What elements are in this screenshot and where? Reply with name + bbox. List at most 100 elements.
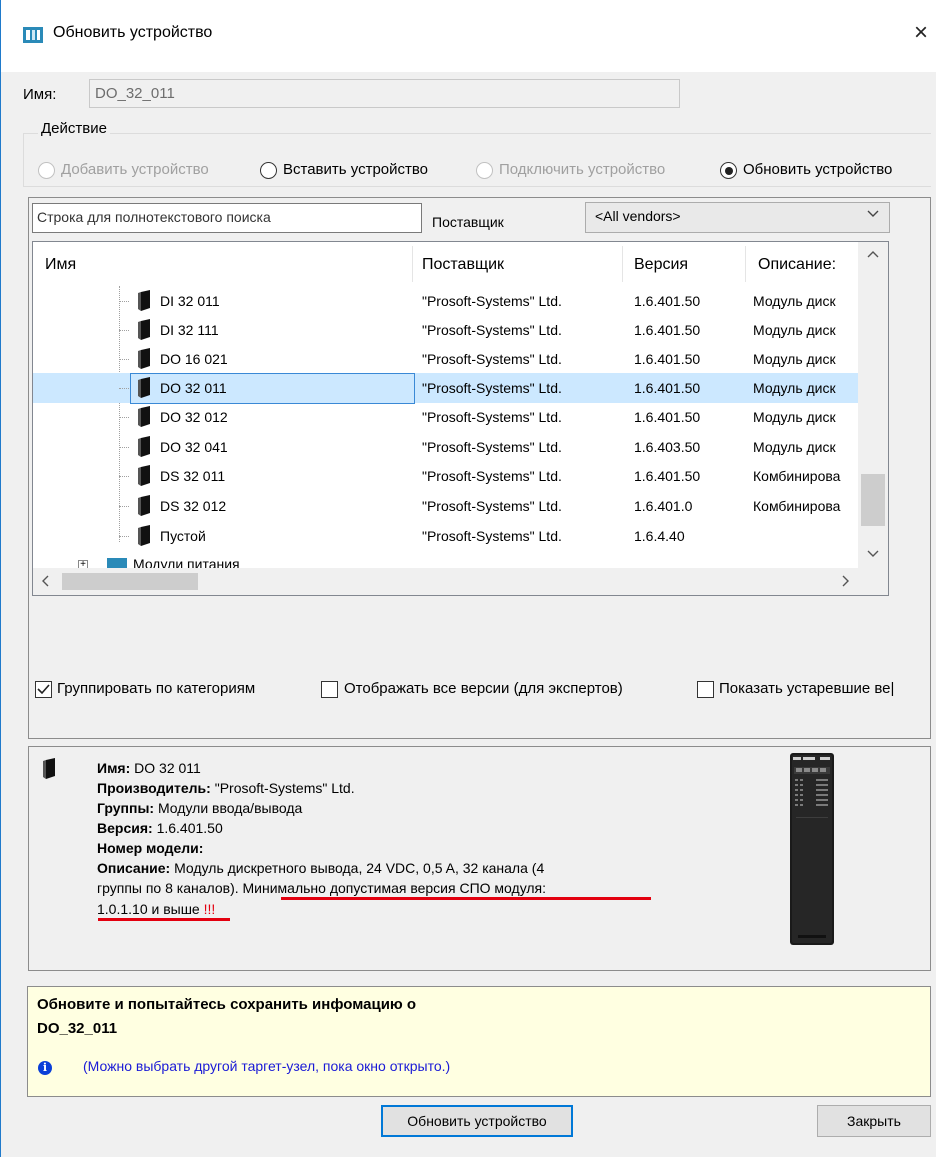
radio-add-device-label[interactable]: Добавить устройство [61, 161, 209, 178]
radio-add-device[interactable] [38, 162, 55, 179]
details-groups-line: Группы: Модули ввода/вывода [97, 800, 302, 816]
horizontal-scroll-thumb[interactable] [62, 573, 198, 590]
details-name-value: DO 32 011 [134, 760, 201, 776]
close-button[interactable]: Закрыть [817, 1105, 931, 1137]
show-obsolete-checkbox[interactable] [697, 681, 714, 698]
column-header-name[interactable]: Имя [45, 242, 76, 286]
table-row[interactable]: DS 32 012 "Prosoft-Systems" Ltd. 1.6.401… [33, 491, 858, 521]
row-version: 1.6.401.50 [634, 322, 701, 338]
fulltext-search-input[interactable]: Строка для полнотекстового поиска [32, 203, 422, 233]
table-row[interactable]: DI 32 011 "Prosoft-Systems" Ltd. 1.6.401… [33, 286, 858, 316]
action-groupbox [23, 133, 931, 187]
device-module-icon [138, 495, 153, 516]
chevron-down-icon[interactable] [866, 206, 880, 223]
vertical-scrollbar[interactable] [858, 242, 888, 568]
tree-group-label[interactable]: Модули питания [133, 556, 240, 568]
show-all-versions-label[interactable]: Отображать все версии (для экспертов) [344, 680, 623, 697]
row-description: Модуль диск [753, 351, 836, 367]
row-vendor: "Prosoft-Systems" Ltd. [422, 351, 562, 367]
red-underline-annotation [98, 918, 230, 921]
details-description-line1: Описание: Модуль дискретного вывода, 24 … [97, 860, 544, 876]
message-hint: (Можно выбрать другой таргет-узел, пока … [83, 1058, 451, 1074]
name-label: Имя: [23, 86, 57, 103]
row-vendor: "Prosoft-Systems" Ltd. [422, 498, 562, 514]
action-group-label: Действие [38, 120, 110, 137]
table-row[interactable]: DO 32 012 "Prosoft-Systems" Ltd. 1.6.401… [33, 402, 858, 432]
device-module-icon [138, 348, 153, 369]
column-header-description[interactable]: Описание: [758, 242, 836, 286]
radio-update-device[interactable] [720, 162, 737, 179]
table-row-selected[interactable]: DO 32 011 "Prosoft-Systems" Ltd. 1.6.401… [33, 373, 858, 404]
device-module-icon [138, 319, 153, 340]
update-device-button[interactable]: Обновить устройство [381, 1105, 573, 1137]
details-description-label: Описание: [97, 860, 171, 876]
tree-connector [119, 447, 129, 448]
close-icon[interactable]: × [906, 18, 936, 48]
scroll-down-icon[interactable] [866, 546, 880, 565]
info-icon: i [38, 1061, 52, 1075]
details-model-line: Номер модели: [97, 840, 203, 856]
annotation-exclamation: !!! [203, 901, 216, 917]
tree-connector [119, 536, 129, 537]
vertical-scroll-thumb[interactable] [861, 474, 885, 526]
details-description-text1: Модуль дискретного вывода, 24 VDC, 0,5 A… [174, 860, 545, 876]
vendor-select[interactable]: <All vendors> [585, 202, 890, 233]
column-header-vendor[interactable]: Поставщик [422, 242, 504, 286]
show-all-versions-checkbox[interactable] [321, 681, 338, 698]
row-name: DI 32 111 [160, 322, 219, 338]
details-manufacturer-line: Производитель: "Prosoft-Systems" Ltd. [97, 780, 355, 796]
radio-insert-device-label[interactable]: Вставить устройство [283, 161, 428, 178]
column-separator[interactable] [412, 246, 413, 282]
row-description: Комбинирова [753, 468, 841, 484]
tree-connector [119, 359, 129, 360]
radio-insert-device[interactable] [260, 162, 277, 179]
show-obsolete-label[interactable]: Показать устаревшие ве| [719, 680, 931, 697]
radio-connect-device[interactable] [476, 162, 493, 179]
row-vendor: "Prosoft-Systems" Ltd. [422, 439, 562, 455]
table-row[interactable]: DO 16 021 "Prosoft-Systems" Ltd. 1.6.401… [33, 344, 858, 374]
details-description-line3: 1.0.1.10 и выше !!! [97, 901, 215, 917]
tree-connector [119, 506, 129, 507]
row-description: Комбинирова [753, 498, 841, 514]
details-version-value: 1.6.401.50 [156, 820, 223, 836]
radio-update-device-label[interactable]: Обновить устройство [743, 161, 892, 178]
row-version: 1.6.4.40 [634, 528, 685, 544]
column-separator[interactable] [622, 246, 623, 282]
row-name: DO 32 011 [160, 380, 227, 396]
row-version: 1.6.403.50 [634, 439, 701, 455]
row-vendor: "Prosoft-Systems" Ltd. [422, 409, 562, 425]
table-row[interactable]: DO 32 041 "Prosoft-Systems" Ltd. 1.6.403… [33, 432, 858, 462]
row-vendor: "Prosoft-Systems" Ltd. [422, 380, 562, 396]
scroll-right-icon[interactable] [838, 574, 852, 593]
table-row[interactable]: DS 32 011 "Prosoft-Systems" Ltd. 1.6.401… [33, 461, 858, 491]
scroll-up-icon[interactable] [866, 248, 880, 267]
device-module-icon [138, 436, 153, 457]
group-by-category-label[interactable]: Группировать по категориям [57, 680, 255, 697]
row-name: DO 32 041 [160, 439, 228, 455]
column-separator[interactable] [745, 246, 746, 282]
tree-connector [119, 388, 129, 389]
table-row[interactable]: DI 32 111 "Prosoft-Systems" Ltd. 1.6.401… [33, 315, 858, 345]
tree-connector [119, 476, 129, 477]
group-by-category-checkbox[interactable] [35, 681, 52, 698]
message-line2: DO_32_011 [37, 1020, 118, 1037]
row-name: DO 32 012 [160, 409, 228, 425]
row-version: 1.6.401.50 [634, 409, 701, 425]
scroll-left-icon[interactable] [39, 574, 53, 593]
details-description-line2: группы по 8 каналов). Минимально допусти… [97, 880, 546, 896]
window-title: Обновить устройство [53, 24, 213, 41]
tree-connector [119, 417, 129, 418]
device-module-icon [138, 290, 153, 311]
table-row[interactable]: Пустой "Prosoft-Systems" Ltd. 1.6.4.40 [33, 521, 858, 551]
device-tree-table[interactable]: Имя Поставщик Версия Описание: DI 32 011… [32, 241, 889, 596]
details-model-label: Номер модели: [97, 840, 204, 856]
vendor-label: Поставщик [432, 214, 504, 230]
details-version-label: Версия: [97, 820, 153, 836]
radio-connect-device-label[interactable]: Подключить устройство [499, 161, 665, 178]
column-header-version[interactable]: Версия [634, 242, 688, 286]
horizontal-scrollbar[interactable] [33, 568, 888, 595]
details-name-label: Имя: [97, 760, 131, 776]
message-line1: Обновите и попытайтесь сохранить инфомац… [37, 996, 417, 1013]
name-field: DO_32_011 [89, 79, 680, 108]
app-icon [22, 26, 44, 44]
